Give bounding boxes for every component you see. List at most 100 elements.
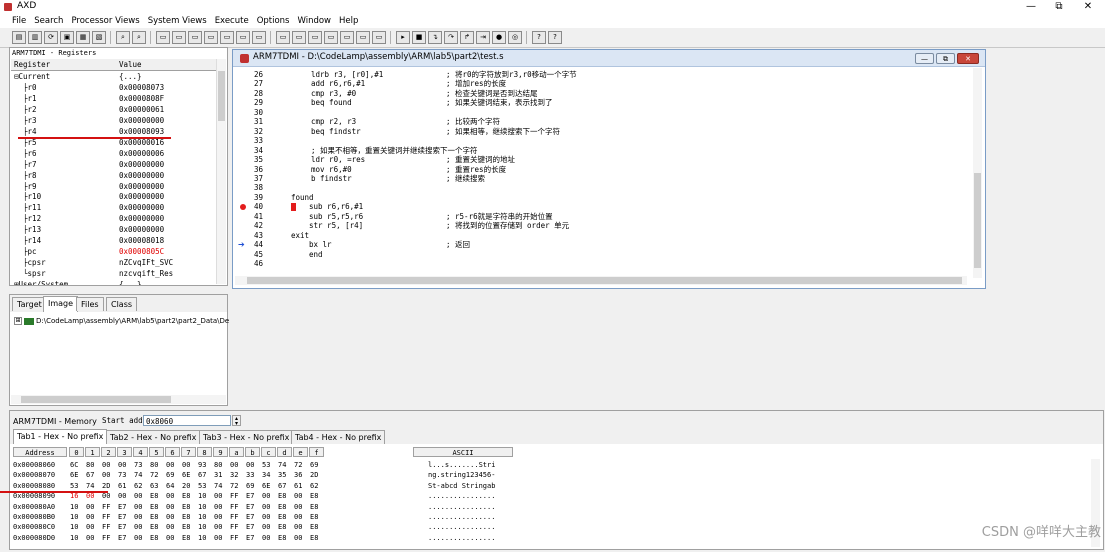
memory-byte[interactable]: 00 <box>102 470 118 480</box>
memory-column-header[interactable]: 5 <box>149 447 164 457</box>
find-icon[interactable]: ⌕ <box>116 31 130 44</box>
tab-image[interactable]: Image <box>43 296 79 312</box>
memory-column-header[interactable]: f <box>309 447 324 457</box>
memory-byte[interactable]: E8 <box>150 522 166 532</box>
system-image-icon[interactable]: ▭ <box>356 31 370 44</box>
memory-byte[interactable]: 00 <box>262 522 278 532</box>
open-file-icon[interactable]: ▥ <box>28 31 42 44</box>
memory-byte[interactable]: 10 <box>70 533 86 543</box>
memory-byte[interactable]: 10 <box>198 491 214 501</box>
menu-window[interactable]: Window <box>293 14 335 28</box>
register-row[interactable]: ├pc 0x0000805C <box>11 246 217 257</box>
memory-row[interactable]: 0x000080D0 10 00 FF E7 00 E8 00 E8 10 00 FF E7 00 E8 00… <box>13 533 523 543</box>
memory-byte[interactable]: 00 <box>86 502 102 512</box>
memory-byte[interactable]: 00 <box>294 512 310 522</box>
memory-byte[interactable]: E7 <box>118 522 134 532</box>
memory-byte[interactable]: 67 <box>278 481 294 491</box>
tab-files[interactable]: Files <box>76 297 104 311</box>
register-row[interactable]: ⊞User/System {...} <box>11 279 217 285</box>
memory-row[interactable]: 0x000080C0 10 00 FF E7 00 E8 00 E8 10 00 FF E7 00 E8 00… <box>13 522 523 532</box>
memory-byte[interactable]: 67 <box>198 470 214 480</box>
memory-byte[interactable]: 00 <box>166 512 182 522</box>
memory-column-header[interactable]: 7 <box>181 447 196 457</box>
register-value[interactable]: 0x00000000 <box>119 181 164 192</box>
minimize-button[interactable]: — <box>1020 0 1042 14</box>
memory-byte[interactable]: 00 <box>182 460 198 470</box>
register-row[interactable]: ├r11 0x00000000 <box>11 202 217 213</box>
memory-byte[interactable]: 33 <box>246 470 262 480</box>
memory-byte[interactable]: 36 <box>294 470 310 480</box>
register-row[interactable]: ├r10 0x00000000 <box>11 191 217 202</box>
set-watchpoint-icon[interactable]: ◎ <box>508 31 522 44</box>
memory-byte[interactable]: 2D <box>102 481 118 491</box>
new-file-icon[interactable]: ▤ <box>12 31 26 44</box>
memory-column-header[interactable]: 2 <box>101 447 116 457</box>
memory-byte[interactable]: 00 <box>118 491 134 501</box>
scrollbar-thumb[interactable] <box>974 173 981 268</box>
code-line[interactable]: ldrb r3, [r0],#1; 将r0的字符放到r3,r0移动一个字节 <box>311 70 577 79</box>
register-row[interactable]: ├r7 0x00000000 <box>11 159 217 170</box>
register-column-header[interactable]: Register <box>14 59 50 70</box>
register-value[interactable]: 0x00000000 <box>119 191 164 202</box>
go-icon[interactable]: ▸ <box>396 31 410 44</box>
memory-byte[interactable]: 00 <box>214 512 230 522</box>
register-value[interactable]: 0x0000805C <box>119 246 164 257</box>
memory-byte[interactable]: 53 <box>262 460 278 470</box>
memory-byte[interactable]: FF <box>102 533 118 543</box>
memory-byte[interactable]: FF <box>102 512 118 522</box>
memory-byte[interactable]: 00 <box>262 502 278 512</box>
register-row[interactable]: ├cpsr nZCvqIFt_SVC <box>11 257 217 268</box>
register-value[interactable]: 0x00000000 <box>119 159 164 170</box>
menu-system-views[interactable]: System Views <box>144 14 211 28</box>
stop-icon[interactable]: ■ <box>412 31 426 44</box>
memory-byte[interactable]: FF <box>230 512 246 522</box>
register-row[interactable]: ├r6 0x00000006 <box>11 148 217 159</box>
register-value[interactable]: 0x00000000 <box>119 213 164 224</box>
code-line[interactable]: ; 如果不相等，重置关键词并继续搜索下一个字符 <box>311 146 478 155</box>
memory-byte[interactable]: 73 <box>118 470 134 480</box>
register-value[interactable]: 0x00000061 <box>119 104 164 115</box>
memory-byte[interactable]: E8 <box>182 491 198 501</box>
memory-byte[interactable]: 00 <box>134 522 150 532</box>
memory-byte[interactable]: 2D <box>310 470 326 480</box>
register-row[interactable]: ├r3 0x00000000 <box>11 115 217 126</box>
system-low-icon[interactable]: ▭ <box>372 31 386 44</box>
memory-byte[interactable]: 00 <box>214 491 230 501</box>
memory-row[interactable]: 0x00008080 53 74 2D 61 62 63 64 20 53 74 72 69 6E 67 61… <box>13 481 523 491</box>
register-row[interactable]: ├r13 0x00000000 <box>11 224 217 235</box>
register-value[interactable]: 0x00000000 <box>119 170 164 181</box>
memory-byte[interactable]: E7 <box>118 533 134 543</box>
register-value[interactable]: 0x00008018 <box>119 235 164 246</box>
registers-view-icon[interactable]: ▭ <box>156 31 170 44</box>
memory-byte[interactable]: FF <box>102 502 118 512</box>
system-console-icon[interactable]: ▭ <box>308 31 322 44</box>
code-line[interactable]: beq found ; 如果关键词结束，表示找到了 <box>311 98 553 107</box>
code-line[interactable]: beq findstr ; 如果相等，继续搜索下一个字符 <box>311 127 560 136</box>
code-line[interactable]: cmp r3, #0 ; 检查关键词是否到达结尾 <box>311 89 538 98</box>
menu-file[interactable]: File <box>0 14 30 28</box>
code-line[interactable]: ldr r0, =res ; 重置关键词的地址 <box>311 155 515 164</box>
memory-byte[interactable]: 00 <box>294 533 310 543</box>
memory-byte[interactable]: 63 <box>150 481 166 491</box>
memory-byte[interactable]: FF <box>230 522 246 532</box>
code-line[interactable]: mov r6,#0 ; 重置res的长度 <box>311 165 506 174</box>
memory-byte[interactable]: 64 <box>166 481 182 491</box>
memory-byte[interactable]: E8 <box>150 502 166 512</box>
source-close-button[interactable]: ✕ <box>957 53 979 64</box>
register-row[interactable]: ├r14 0x00008018 <box>11 235 217 246</box>
memory-byte[interactable]: 10 <box>70 502 86 512</box>
target-horizontal-scrollbar[interactable] <box>11 395 226 404</box>
menu-execute[interactable]: Execute <box>211 14 253 28</box>
code-line[interactable]: exit <box>291 231 309 240</box>
memory-row[interactable]: 0x000080B0 10 00 FF E7 00 E8 00 E8 10 00 FF E7 00 E8 00… <box>13 512 523 522</box>
scrollbar-thumb[interactable] <box>21 396 171 403</box>
register-value[interactable]: 0x00000000 <box>119 202 164 213</box>
memory-column-header[interactable]: Address <box>13 447 67 457</box>
system-memory-icon[interactable]: ▭ <box>292 31 306 44</box>
reload-icon[interactable]: ⟳ <box>44 31 58 44</box>
memory-byte[interactable]: 00 <box>102 460 118 470</box>
memory-byte[interactable]: E8 <box>182 512 198 522</box>
memory-column-header[interactable]: 8 <box>197 447 212 457</box>
memory-byte[interactable]: 10 <box>198 533 214 543</box>
memory-byte[interactable]: 61 <box>294 481 310 491</box>
